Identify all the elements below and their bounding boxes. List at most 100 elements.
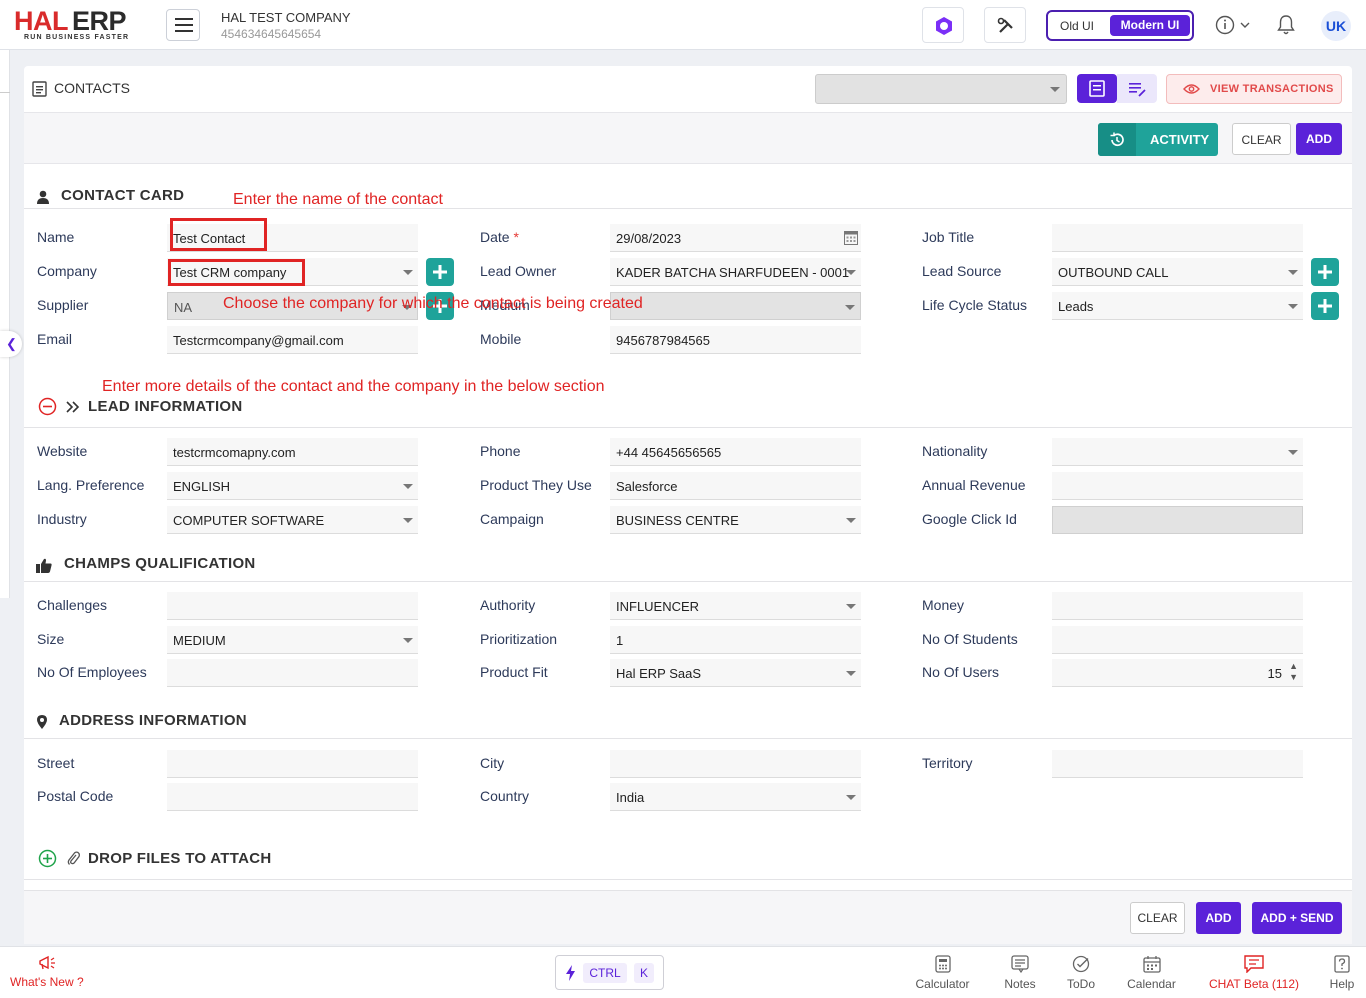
tools-button[interactable] — [984, 7, 1026, 43]
mobile-input[interactable]: 9456787984565 — [610, 326, 861, 354]
info-icon[interactable] — [1215, 14, 1251, 36]
sidebar-expand-button[interactable]: ❮ — [0, 331, 22, 357]
document-icon — [32, 81, 47, 97]
view-transactions-button[interactable]: VIEW TRANSACTIONS — [1166, 74, 1342, 104]
stepper-arrows-icon[interactable]: ▲ ▼ — [1289, 661, 1298, 683]
product-they-use-input[interactable]: Salesforce — [610, 472, 861, 500]
expand-plus-icon[interactable] — [38, 849, 57, 868]
street-label: Street — [37, 755, 75, 771]
record-select-dropdown[interactable] — [815, 74, 1067, 104]
lead-source-select[interactable]: OUTBOUND CALL — [1052, 258, 1303, 286]
collapse-minus-icon[interactable] — [38, 397, 57, 416]
required-marker: * — [513, 229, 519, 245]
lead-owner-select[interactable]: KADER BATCHA SHARFUDEEN - 0001 — [610, 258, 861, 286]
no-of-users-stepper[interactable]: 15 ▲ ▼ — [1052, 659, 1303, 687]
chevron-down-icon — [846, 604, 856, 609]
ai-assistant-button[interactable] — [922, 7, 964, 43]
lang-preference-select[interactable]: ENGLISH — [167, 472, 418, 500]
list-view-button[interactable] — [1117, 74, 1157, 103]
product-fit-select[interactable]: Hal ERP SaaS — [610, 659, 861, 687]
notes-button[interactable]: Notes — [1001, 955, 1039, 991]
challenges-input[interactable] — [167, 592, 418, 620]
money-input[interactable] — [1052, 592, 1303, 620]
campaign-value: BUSINESS CENTRE — [616, 513, 739, 528]
no-of-students-label: No Of Students — [922, 631, 1018, 647]
todo-button[interactable]: ToDo — [1064, 955, 1098, 991]
user-avatar[interactable]: UK — [1321, 11, 1351, 41]
size-select[interactable]: MEDIUM — [167, 626, 418, 654]
nationality-select[interactable] — [1052, 438, 1303, 466]
phone-input[interactable]: +44 45645656565 — [610, 438, 861, 466]
ui-toggle[interactable]: Old UI Modern UI — [1046, 10, 1194, 41]
activity-button[interactable]: ACTIVITY — [1098, 123, 1218, 156]
job-title-input[interactable] — [1052, 224, 1303, 252]
add-company-button[interactable] — [426, 258, 454, 286]
product-fit-label: Product Fit — [480, 664, 548, 680]
history-icon — [1110, 132, 1124, 147]
k-key: K — [634, 963, 654, 983]
add-send-button[interactable]: ADD + SEND — [1252, 902, 1342, 934]
date-label: Date * — [480, 229, 519, 245]
annotation-name-hint: Enter the name of the contact — [233, 191, 443, 208]
modern-ui-option[interactable]: Modern UI — [1110, 15, 1190, 36]
old-ui-option[interactable]: Old UI — [1060, 19, 1094, 33]
supplier-value: NA — [174, 300, 193, 315]
chat-label: CHAT Beta (112) — [1208, 977, 1300, 991]
authority-select[interactable]: INFLUENCER — [610, 592, 861, 620]
street-input[interactable] — [167, 750, 418, 778]
calendar-label: Calendar — [1127, 977, 1176, 991]
menu-toggle-button[interactable] — [166, 9, 200, 41]
money-label: Money — [922, 597, 965, 613]
company-name: HAL TEST COMPANY — [221, 10, 351, 25]
lead-information-heading: LEAD INFORMATION — [88, 398, 243, 415]
no-of-students-input[interactable] — [1052, 626, 1303, 654]
thumbs-up-icon — [36, 558, 52, 573]
no-of-employees-input[interactable] — [167, 659, 418, 687]
notes-icon — [1011, 955, 1029, 973]
add-lifecycle-status-button[interactable] — [1311, 292, 1339, 320]
help-button[interactable]: Help — [1328, 955, 1356, 991]
campaign-select[interactable]: BUSINESS CENTRE — [610, 506, 861, 534]
company-select[interactable]: Test CRM company — [167, 258, 418, 286]
industry-select[interactable]: COMPUTER SOFTWARE — [167, 506, 418, 534]
chat-button[interactable]: CHAT Beta (112) — [1206, 955, 1302, 991]
website-input[interactable]: testcrmcomapny.com — [167, 438, 418, 466]
contacts-panel: CONTACTS VIEW TRANSACTIONS ACTIVITY CLEA… — [24, 66, 1352, 944]
date-input[interactable]: 29/08/2023 — [610, 224, 861, 252]
medium-select[interactable] — [610, 292, 861, 320]
clear-button-top[interactable]: CLEAR — [1232, 123, 1291, 155]
postal-code-input[interactable] — [167, 783, 418, 811]
plus-icon — [433, 265, 447, 279]
calendar-icon[interactable] — [844, 230, 858, 245]
add-button-top[interactable]: ADD — [1296, 123, 1342, 155]
clear-button-bottom[interactable]: CLEAR — [1130, 902, 1185, 934]
add-lead-source-button[interactable] — [1311, 258, 1339, 286]
name-input[interactable]: Test Contact — [167, 224, 418, 252]
add-supplier-button[interactable] — [426, 292, 454, 320]
country-value: India — [616, 790, 645, 805]
company-label: Company — [37, 263, 97, 279]
country-select[interactable]: India — [610, 783, 861, 811]
lifecycle-status-select[interactable]: Leads — [1052, 292, 1303, 320]
medium-label: Medium — [480, 297, 530, 313]
calculator-label: Calculator — [915, 977, 970, 991]
help-icon — [1334, 955, 1350, 973]
territory-input[interactable] — [1052, 750, 1303, 778]
notification-bell-icon[interactable] — [1277, 14, 1295, 36]
email-input[interactable]: Testcrmcompany@gmail.com — [167, 326, 418, 354]
location-pin-icon — [37, 715, 47, 729]
hal-erp-logo[interactable]: HAL ERP RUN BUSINESS FASTER — [14, 6, 128, 42]
logo-hal: HAL — [14, 6, 69, 36]
lead-source-label: Lead Source — [922, 263, 1002, 279]
add-button-bottom[interactable]: ADD — [1196, 902, 1241, 934]
prioritization-input[interactable]: 1 — [610, 626, 861, 654]
city-input[interactable] — [610, 750, 861, 778]
command-palette-button[interactable]: CTRL K — [555, 955, 664, 990]
website-label: Website — [37, 443, 88, 459]
whats-new-label: What's New ? — [10, 975, 84, 989]
form-view-button[interactable] — [1077, 74, 1117, 103]
drop-files-heading[interactable]: DROP FILES TO ATTACH — [88, 850, 272, 867]
annual-revenue-input[interactable] — [1052, 472, 1303, 500]
calendar-button[interactable]: Calendar — [1124, 955, 1179, 991]
calculator-button[interactable]: Calculator — [913, 955, 972, 991]
